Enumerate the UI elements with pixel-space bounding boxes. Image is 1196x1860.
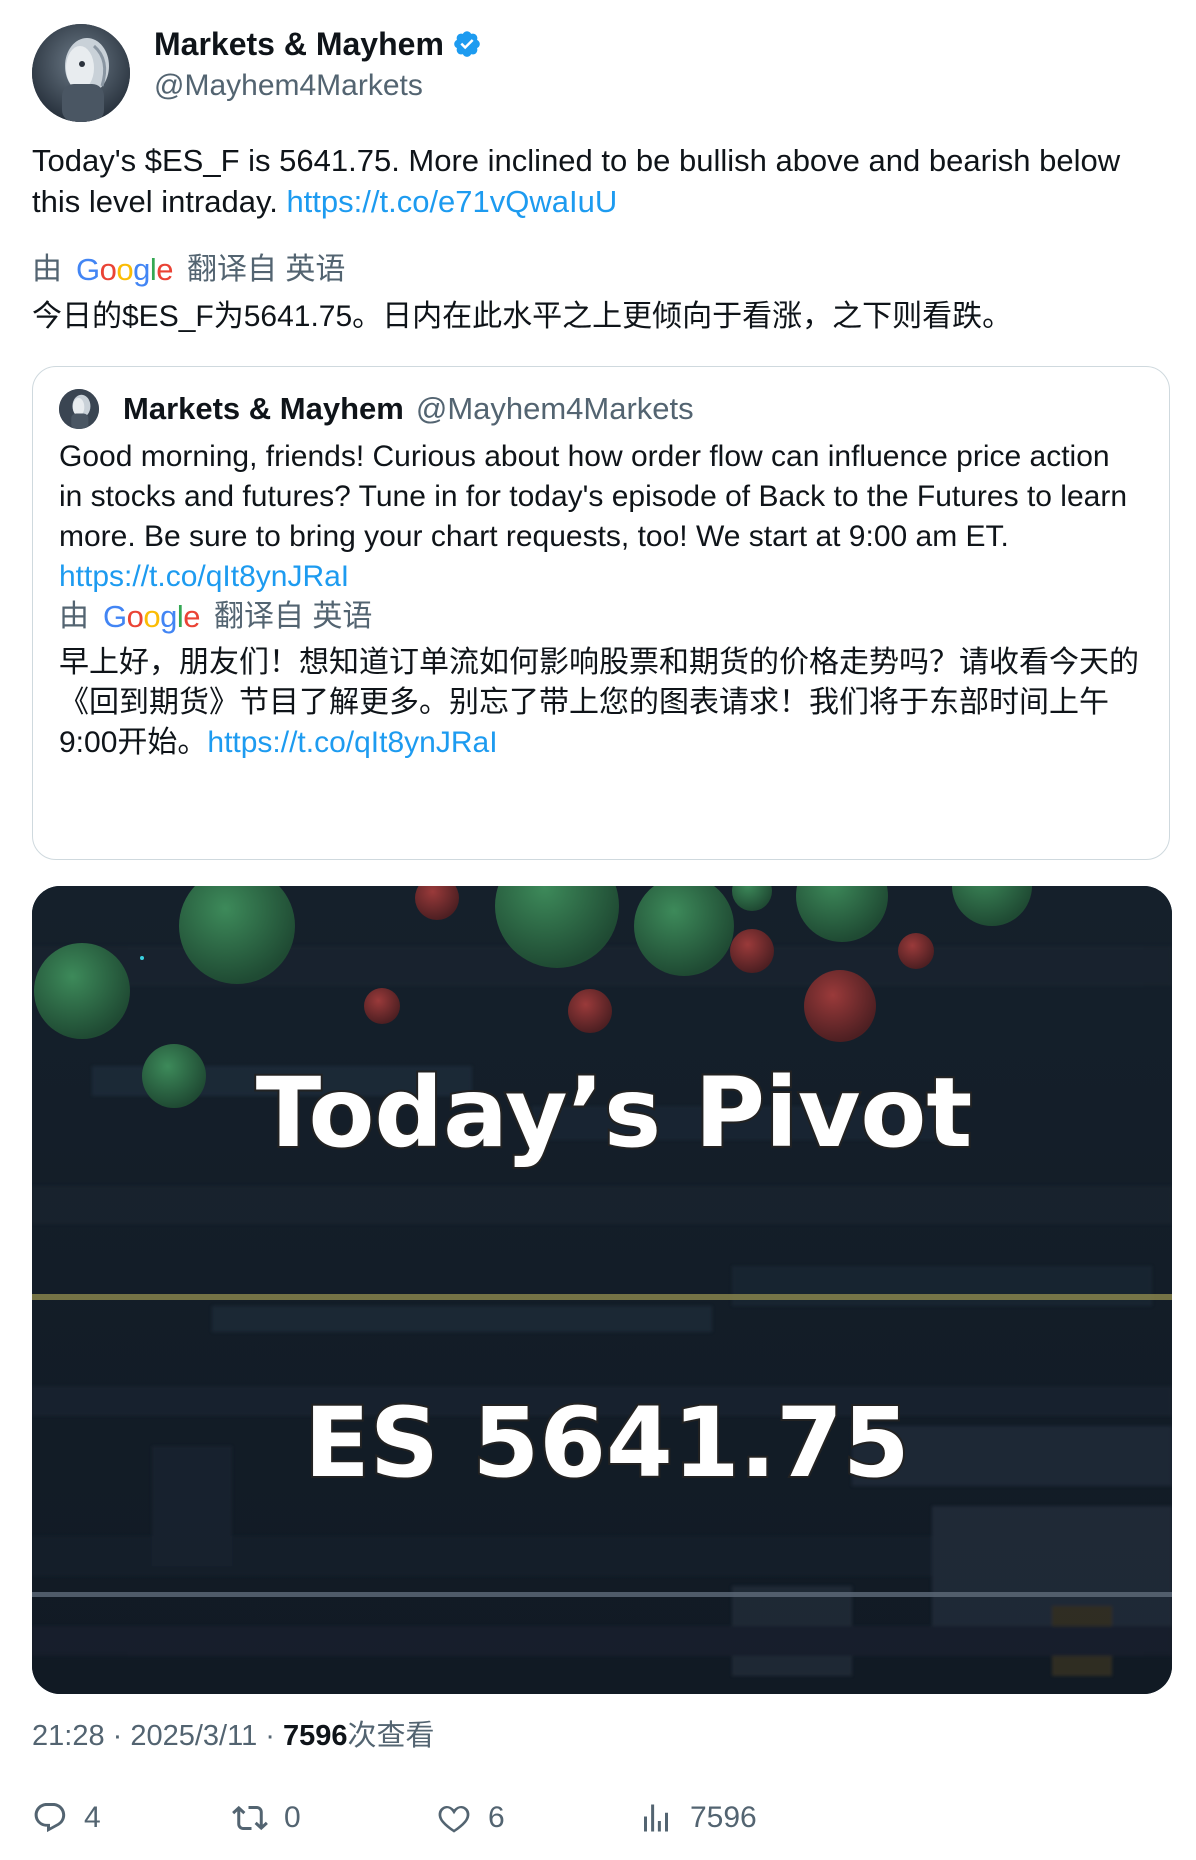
quote-body: Good morning, friends! Curious about how… bbox=[59, 440, 1128, 553]
action-bar: 4 0 6 7596 bbox=[32, 1800, 1172, 1850]
translate-prefix: 由 bbox=[32, 253, 62, 286]
reply-button[interactable]: 4 bbox=[32, 1800, 101, 1836]
tweet-time[interactable]: 21:28 bbox=[32, 1720, 105, 1752]
tweet-link[interactable]: https://t.co/e71vQwaIuU bbox=[286, 184, 617, 219]
quote-google-logo-icon: Google bbox=[103, 599, 201, 634]
image-title: Today’s Pivot bbox=[256, 1057, 973, 1169]
translation-attribution[interactable]: 由 Google 翻译自 英语 bbox=[32, 250, 345, 290]
verified-badge-icon bbox=[454, 31, 480, 57]
repost-button[interactable]: 0 bbox=[232, 1800, 301, 1836]
quote-translate-prefix: 由 bbox=[59, 600, 89, 633]
view-count: 7596 bbox=[283, 1720, 348, 1752]
quote-translated-link[interactable]: https://t.co/qIt8ynJRaI bbox=[207, 726, 497, 759]
reply-icon bbox=[34, 1803, 66, 1833]
quote-text: Good morning, friends! Curious about how… bbox=[59, 437, 1139, 597]
repost-count: 0 bbox=[284, 1801, 301, 1834]
image-pivot-level: ES 5641.75 bbox=[304, 1387, 909, 1499]
author-handle[interactable]: @Mayhem4Markets bbox=[154, 66, 423, 106]
tweet-text: Today's $ES_F is 5641.75. More inclined … bbox=[32, 140, 1172, 222]
google-logo-icon: Google bbox=[76, 252, 174, 287]
quote-link[interactable]: https://t.co/qIt8ynJRaI bbox=[59, 560, 349, 593]
quoted-tweet-card[interactable]: Markets & Mayhem @Mayhem4Markets Good mo… bbox=[32, 366, 1170, 860]
tweet-translated-text: 今日的$ES_F为5641.75。日内在此水平之上更倾向于看涨，之下则看跌。 bbox=[32, 300, 1013, 333]
like-button[interactable]: 6 bbox=[436, 1800, 505, 1836]
tweet-image[interactable]: Today’s Pivot ES 5641.75 bbox=[32, 886, 1172, 1694]
translate-suffix: 翻译自 英语 bbox=[187, 253, 346, 286]
views-button[interactable]: 7596 bbox=[638, 1800, 757, 1836]
quote-translated-text: 早上好，朋友们！想知道订单流如何影响股票和期货的价格走势吗？请收看今天的《回到期… bbox=[59, 643, 1139, 763]
repost-icon bbox=[232, 1805, 268, 1831]
lower-line bbox=[32, 1592, 1172, 1597]
meta-separator: · bbox=[257, 1720, 284, 1752]
tweet-header: Markets & Mayhem @Mayhem4Markets bbox=[32, 24, 1162, 122]
quote-author-name[interactable]: Markets & Mayhem bbox=[123, 391, 404, 427]
analytics-icon bbox=[644, 1804, 668, 1832]
author-display-name[interactable]: Markets & Mayhem bbox=[154, 24, 444, 64]
views-label: 次查看 bbox=[347, 1720, 435, 1752]
quote-author-handle[interactable]: @Mayhem4Markets bbox=[416, 391, 694, 427]
author-avatar[interactable] bbox=[32, 24, 130, 122]
tweet-meta: 21:28 · 2025/3/11 · 7596次查看 bbox=[32, 1716, 435, 1756]
meta-separator: · bbox=[104, 1720, 131, 1752]
views-count: 7596 bbox=[690, 1801, 757, 1834]
tweet-date[interactable]: 2025/3/11 bbox=[130, 1720, 257, 1752]
reply-count: 4 bbox=[84, 1801, 101, 1834]
quote-translation-attribution[interactable]: 由 Google 翻译自 英语 bbox=[59, 597, 372, 637]
quote-author-avatar[interactable] bbox=[59, 389, 99, 429]
quote-translate-suffix: 翻译自 英语 bbox=[214, 600, 373, 633]
like-count: 6 bbox=[488, 1801, 505, 1834]
pivot-line bbox=[32, 1294, 1172, 1300]
heart-icon bbox=[438, 1805, 470, 1833]
